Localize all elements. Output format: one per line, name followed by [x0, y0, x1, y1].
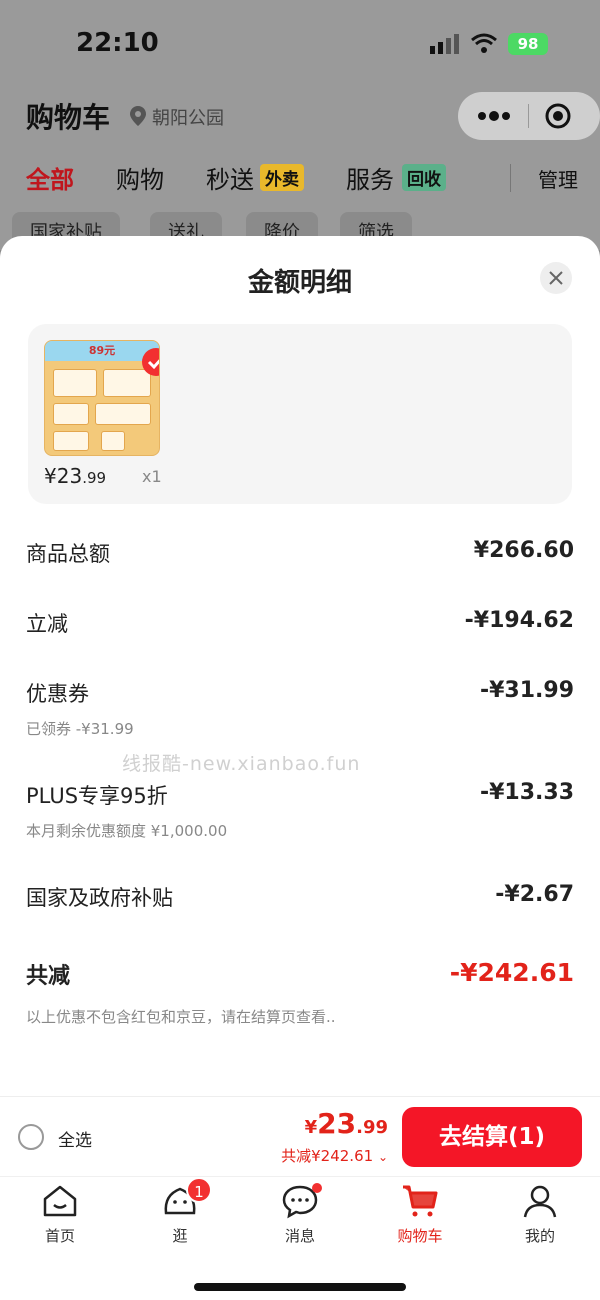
tab-shopping[interactable]: 购物	[116, 160, 164, 195]
row-sub: 本月剩余优惠额度 ¥1,000.00	[26, 822, 228, 840]
amount-detail-sheet: 金额明细 89元 ¥23.99 x1 商品总额 ¥266.60 立减 -¥194…	[0, 236, 600, 1176]
more-icon[interactable]	[476, 104, 512, 128]
total-price: ¥23.99	[304, 1107, 388, 1140]
total-value: -¥242.61	[449, 958, 574, 987]
detail-row-instant-discount: 立减 -¥194.62	[26, 608, 574, 648]
row-label: 国家及政府补贴	[26, 886, 173, 910]
location-label[interactable]: 朝阳公园	[152, 104, 224, 130]
page-header: 购物车 朝阳公园	[26, 92, 600, 142]
tab-explore[interactable]: 1 逛	[140, 1177, 220, 1246]
detail-row-subsidy: 国家及政府补贴 -¥2.67	[26, 882, 574, 922]
checkout-button[interactable]: 去结算(1)	[402, 1107, 582, 1167]
mini-program-capsule	[458, 92, 600, 140]
row-value: -¥31.99	[479, 678, 574, 703]
total-label: 共减	[26, 964, 71, 989]
select-all-label[interactable]: 全选	[58, 1126, 92, 1151]
product-image[interactable]: 89元	[44, 340, 160, 456]
detail-row-subtotal: 商品总额 ¥266.60	[26, 538, 574, 578]
close-mini-program-icon[interactable]	[544, 102, 572, 130]
close-button[interactable]	[540, 262, 572, 294]
signal-icon	[430, 34, 459, 54]
profile-icon	[523, 1185, 557, 1218]
product-price: ¥23.99	[44, 464, 107, 488]
tab-all[interactable]: 全部	[26, 160, 74, 195]
tab-instant[interactable]: 秒送	[206, 160, 254, 195]
row-value: -¥13.33	[479, 780, 574, 805]
detail-row-total-saved: 共减 -¥242.61	[26, 958, 574, 998]
watermark: 线报酷-new.xianbao.fun	[122, 753, 361, 775]
location-pin-icon	[130, 106, 146, 126]
capsule-divider	[528, 104, 529, 128]
chevron-down-icon: ⌄	[377, 1150, 388, 1164]
home-indicator	[194, 1283, 406, 1291]
manage-button[interactable]: 管理	[538, 164, 578, 193]
row-label: PLUS专享95折	[26, 784, 168, 808]
wifi-icon	[471, 33, 497, 53]
home-icon	[43, 1185, 77, 1217]
explore-badge: 1	[186, 1177, 212, 1203]
bottom-tab-bar: 首页 1 逛 消息 购物车 我的	[0, 1176, 600, 1300]
select-all-radio[interactable]	[18, 1124, 44, 1150]
page-title: 购物车	[26, 101, 111, 134]
checkout-bar: 全选 ¥23.99 共减¥242.61 ⌄ 去结算(1)	[0, 1096, 600, 1176]
product-card: 89元 ¥23.99 x1	[28, 324, 572, 504]
cart-icon	[403, 1185, 438, 1217]
tab-service-badge: 回收	[402, 164, 446, 191]
tab-instant-badge: 外卖	[260, 164, 304, 191]
messages-dot	[312, 1183, 322, 1193]
detail-row-coupon: 优惠券 -¥31.99 已领券 -¥31.99	[26, 678, 574, 748]
row-label: 商品总额	[26, 542, 110, 566]
close-icon	[549, 271, 563, 285]
row-label: 立减	[26, 612, 68, 636]
row-value: -¥194.62	[464, 608, 574, 633]
tab-messages[interactable]: 消息	[260, 1183, 340, 1246]
tab-service[interactable]: 服务	[346, 160, 394, 195]
row-value: ¥266.60	[473, 538, 574, 563]
status-bar: 22:10 98	[0, 0, 600, 90]
discount-note: 以上优惠不包含红包和京豆，请在结算页查看..	[26, 1008, 336, 1026]
row-value: -¥2.67	[495, 882, 574, 907]
row-label: 优惠券	[26, 682, 89, 706]
saved-amount-toggle[interactable]: 共减¥242.61 ⌄	[281, 1145, 388, 1166]
checked-icon[interactable]	[141, 347, 160, 377]
battery-indicator: 98	[508, 33, 548, 55]
sheet-title: 金额明细	[247, 268, 352, 298]
product-quantity: x1	[142, 467, 162, 486]
tab-cart[interactable]: 购物车	[380, 1183, 460, 1246]
detail-row-plus: PLUS专享95折 -¥13.33 本月剩余优惠额度 ¥1,000.00	[26, 780, 574, 850]
tab-home[interactable]: 首页	[20, 1183, 100, 1246]
category-tabs: 全部 购物 秒送 外卖 服务 回收 管理	[26, 160, 586, 200]
row-sub: 已领券 -¥31.99	[26, 720, 134, 738]
tab-profile[interactable]: 我的	[500, 1183, 580, 1246]
status-time: 22:10	[76, 28, 159, 58]
background-page: 22:10 98 购物车 朝阳公园 全部 购物 秒送 外卖 服务 回收 管理 国…	[0, 0, 600, 252]
tabs-divider	[510, 164, 511, 192]
